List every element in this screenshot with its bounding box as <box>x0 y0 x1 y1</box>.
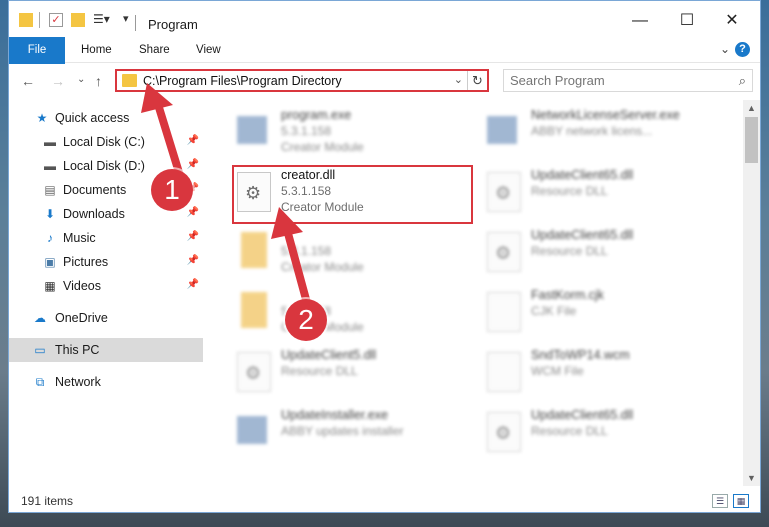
annotation-arrows <box>141 83 311 307</box>
arrow-2-shaft <box>282 222 311 307</box>
arrow-1-shaft <box>153 97 185 183</box>
explorer-window: ✓ ☰▾ ▾ Program — ☐ ✕ File Home Share Vie… <box>8 0 761 513</box>
arrow-2-head <box>271 207 303 239</box>
step-1-badge: 1 <box>151 169 193 211</box>
arrow-1-head <box>141 83 173 113</box>
step-2-badge: 2 <box>285 299 327 341</box>
